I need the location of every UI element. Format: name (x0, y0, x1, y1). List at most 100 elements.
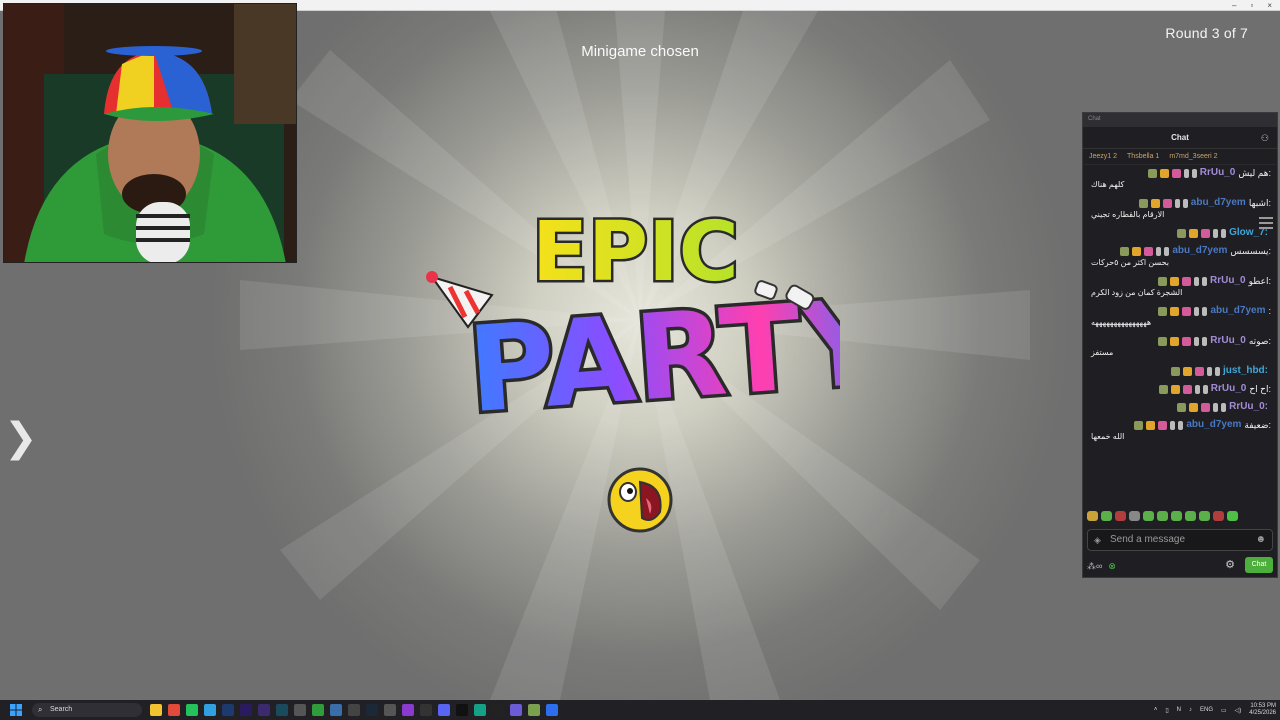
emote-icon[interactable] (1101, 511, 1112, 521)
chat-message: just_hbd: (1089, 365, 1271, 377)
after-effects-icon[interactable] (258, 704, 270, 716)
chat-message-text: : (1268, 306, 1271, 316)
language-indicator[interactable]: ENG (1200, 707, 1213, 713)
chat-send-button[interactable]: Chat (1245, 557, 1273, 573)
app-icon[interactable] (474, 704, 486, 716)
tiktok-icon[interactable] (456, 704, 468, 716)
steam-icon[interactable] (366, 704, 378, 716)
windows-start-icon[interactable] (6, 700, 26, 720)
app-icon[interactable] (492, 704, 504, 716)
chat-badge-icon (1158, 276, 1167, 286)
emote-bar (1087, 511, 1238, 521)
chat-username[interactable]: RrUu_0 (1200, 167, 1236, 179)
chevron-right-icon[interactable]: ❯ (4, 418, 38, 458)
search-icon: ⌕ (38, 705, 43, 714)
app-icon[interactable] (510, 704, 522, 716)
emote-icon[interactable] (1157, 511, 1168, 521)
app-icon[interactable] (420, 704, 432, 716)
chat-message-header: Glow_7: (1089, 227, 1271, 239)
minimize-button[interactable]: – (1232, 0, 1236, 11)
epic-party-logo: EPIC PARTY (426, 203, 840, 435)
emote-icon[interactable] (1185, 511, 1196, 521)
chat-username[interactable]: RrUu_0: (1229, 401, 1268, 413)
list-icon[interactable] (1257, 214, 1275, 234)
chat-badge-icon (1159, 168, 1169, 178)
chat-badge-icon (1183, 366, 1192, 376)
audition-icon[interactable] (276, 704, 288, 716)
browser-icon[interactable] (204, 704, 216, 716)
chat-username[interactable]: abu_d7yem (1210, 305, 1265, 317)
chatter-chip[interactable]: Jeezy1 2 (1089, 153, 1117, 160)
app-icon[interactable] (330, 704, 342, 716)
chat-username[interactable]: abu_d7yem (1186, 419, 1241, 431)
chat-username[interactable]: RrUu_0 (1211, 383, 1247, 395)
chat-username[interactable]: RrUu_0 (1210, 275, 1246, 287)
emote-icon[interactable] (1143, 511, 1154, 521)
chat-username[interactable]: just_hbd: (1223, 365, 1268, 377)
chat-username[interactable]: abu_d7yem (1172, 245, 1227, 257)
chat-badge-icon (1201, 402, 1211, 412)
network-icon[interactable]: ▭ (1221, 707, 1227, 714)
chat-badge-icon (1202, 384, 1208, 394)
chat-badge-icon (1170, 306, 1180, 316)
chat-message-text: هم ليش: (1238, 168, 1271, 178)
chat-message: يسسسس: abu_d7yem بحسن اكثر من ٥حركات (1089, 245, 1271, 269)
chat-username[interactable]: RrUu_0 (1210, 335, 1246, 347)
xbox-icon[interactable]: ⊗ (1108, 561, 1116, 572)
gear-icon[interactable]: ⚙ (1225, 557, 1235, 573)
app-icon[interactable] (294, 704, 306, 716)
chat-message-body: الله خمعها (1091, 432, 1125, 441)
emote-icon[interactable] (1227, 511, 1238, 521)
chat-message-body: كلهم هناك (1091, 180, 1125, 189)
chat-message-header: ضعيفة: abu_d7yem (1089, 419, 1271, 431)
emoji-icon[interactable]: ☻ (1255, 530, 1266, 550)
premiere-icon[interactable] (240, 704, 252, 716)
app-icon[interactable] (528, 704, 540, 716)
chat-message-header: just_hbd: (1089, 365, 1271, 377)
chat-badge-icon (1182, 276, 1191, 286)
xbox-app-icon[interactable] (312, 704, 324, 716)
chrome-icon[interactable] (168, 704, 180, 716)
app-icon[interactable] (348, 704, 360, 716)
chat-message: صوته: RrUu_0 مستفز (1089, 335, 1271, 359)
chat-badge-icon (1194, 306, 1200, 316)
chatter-chip[interactable]: m7md_3seeri 2 (1169, 153, 1217, 160)
volume-icon[interactable]: ◁) (1235, 707, 1242, 714)
bits-icon[interactable]: ⁂∞ (1087, 561, 1102, 572)
emote-icon[interactable] (1129, 511, 1140, 521)
emote-icon[interactable] (1213, 511, 1224, 521)
emote-icon[interactable] (1171, 511, 1182, 521)
taskbar-apps (150, 704, 558, 716)
chat-badge-icon (1138, 198, 1148, 208)
chat-badge-icon (1213, 402, 1219, 412)
chat-badge-icon (1158, 420, 1168, 430)
emote-icon[interactable] (1199, 511, 1210, 521)
app-icon[interactable] (402, 704, 414, 716)
app-tray-icon[interactable]: N (1177, 707, 1181, 713)
chat-badge-icon (1191, 168, 1197, 178)
smiley-face-icon (607, 467, 673, 533)
chevron-up-icon[interactable]: ˄ (1154, 707, 1158, 713)
taskbar-search[interactable]: ⌕ Search (32, 703, 142, 717)
emote-icon[interactable] (1115, 511, 1126, 521)
users-icon[interactable]: ⚇ (1261, 127, 1269, 149)
close-button[interactable]: × (1267, 0, 1272, 11)
chat-message: هم ليش: RrUu_0 كلهم هناك (1089, 167, 1271, 191)
microphone-icon[interactable]: ♪ (1189, 707, 1192, 713)
maximize-button[interactable]: ▫ (1250, 0, 1253, 11)
chat-username[interactable]: abu_d7yem (1191, 197, 1246, 209)
chat-input[interactable]: ◈ Send a message ☻ (1087, 529, 1273, 551)
chat-badge-icon (1146, 420, 1156, 430)
whatsapp-icon[interactable] (186, 704, 198, 716)
emote-icon[interactable] (1087, 511, 1098, 521)
app-icon[interactable] (546, 704, 558, 716)
chat-message: Glow_7: (1089, 227, 1271, 239)
app-icon[interactable] (384, 704, 396, 716)
file-explorer-icon[interactable] (150, 704, 162, 716)
photoshop-icon[interactable] (222, 704, 234, 716)
battery-icon[interactable]: ▯ (1165, 707, 1168, 714)
chat-badge-icon (1120, 246, 1130, 256)
chatter-chip[interactable]: Thsbella 1 (1127, 153, 1159, 160)
discord-icon[interactable] (438, 704, 450, 716)
clock[interactable]: 10:53 PM 4/25/2026 (1249, 703, 1276, 717)
